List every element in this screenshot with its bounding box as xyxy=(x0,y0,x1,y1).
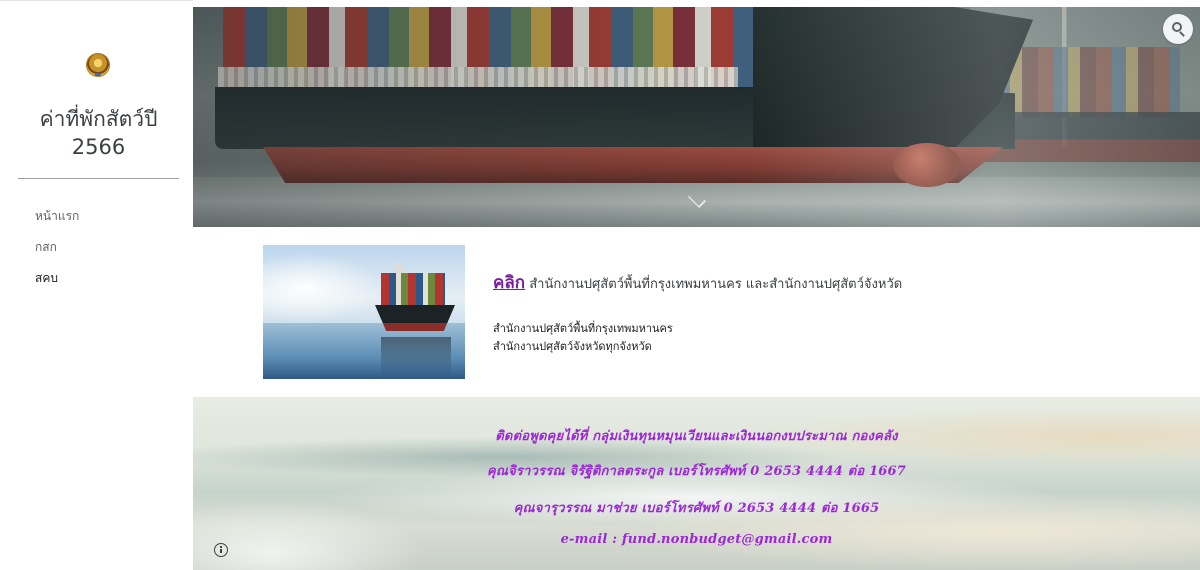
contact-line-person-2: คุณจารุวรรณ มาช่วย เบอร์โทรศัพท์ 0 2653 … xyxy=(513,501,880,516)
contact-section: ติดต่อพูดคุยได้ที่ กลุ่มเงินทุนหมุนเวียน… xyxy=(193,397,1200,570)
nav-item-kosok[interactable]: กสก xyxy=(35,240,79,271)
cargo-ship-image xyxy=(263,245,465,379)
content-section: คลิก สำนักงานปศุสัตว์พื้นที่กรุงเทพมหานค… xyxy=(193,227,1200,397)
content-heading: คลิก สำนักงานปศุสัตว์พื้นที่กรุงเทพมหานค… xyxy=(493,269,902,296)
search-button[interactable] xyxy=(1163,14,1193,44)
site-title[interactable]: ค่าที่พักสัตว์ปี 2566 xyxy=(18,105,179,161)
photo-cloud xyxy=(263,253,383,323)
sidebar-nav: หน้าแรก กสก สคบ xyxy=(35,209,79,302)
photo-ship-hull xyxy=(375,305,455,331)
click-link[interactable]: คลิก xyxy=(493,273,525,293)
content-heading-text: สำนักงานปศุสัตว์พื้นที่กรุงเทพมหานคร และ… xyxy=(525,277,903,292)
info-icon[interactable] xyxy=(214,543,228,557)
contact-line-email: e-mail : fund.nonbudget@gmail.com xyxy=(560,532,833,547)
search-icon-handle xyxy=(1179,31,1185,37)
header-banner-image xyxy=(193,7,1200,227)
contact-line-person-1: คุณจิราวรรณ จิรัฐิติกาลตระกูล เบอร์โทรศั… xyxy=(486,464,907,479)
sidebar: ค่าที่พักสัตว์ปี 2566 หน้าแรก กสก สคบ xyxy=(0,0,193,570)
site-logo-icon[interactable] xyxy=(86,53,110,77)
sidebar-divider xyxy=(18,178,179,179)
content-line-bangkok: สำนักงานปศุสัตว์พื้นที่กรุงเทพมหานคร xyxy=(493,322,673,335)
nav-item-sokob[interactable]: สคบ xyxy=(35,271,79,302)
photo-containers xyxy=(381,273,445,307)
contact-line-department: ติดต่อพูดคุยได้ที่ กลุ่มเงินทุนหมุนเวียน… xyxy=(495,429,898,444)
nav-item-home[interactable]: หน้าแรก xyxy=(35,209,79,240)
photo-reflection xyxy=(381,337,451,377)
content-line-provinces: สำนักงานปศุสัตว์จังหวัดทุกจังหวัด xyxy=(493,340,652,353)
